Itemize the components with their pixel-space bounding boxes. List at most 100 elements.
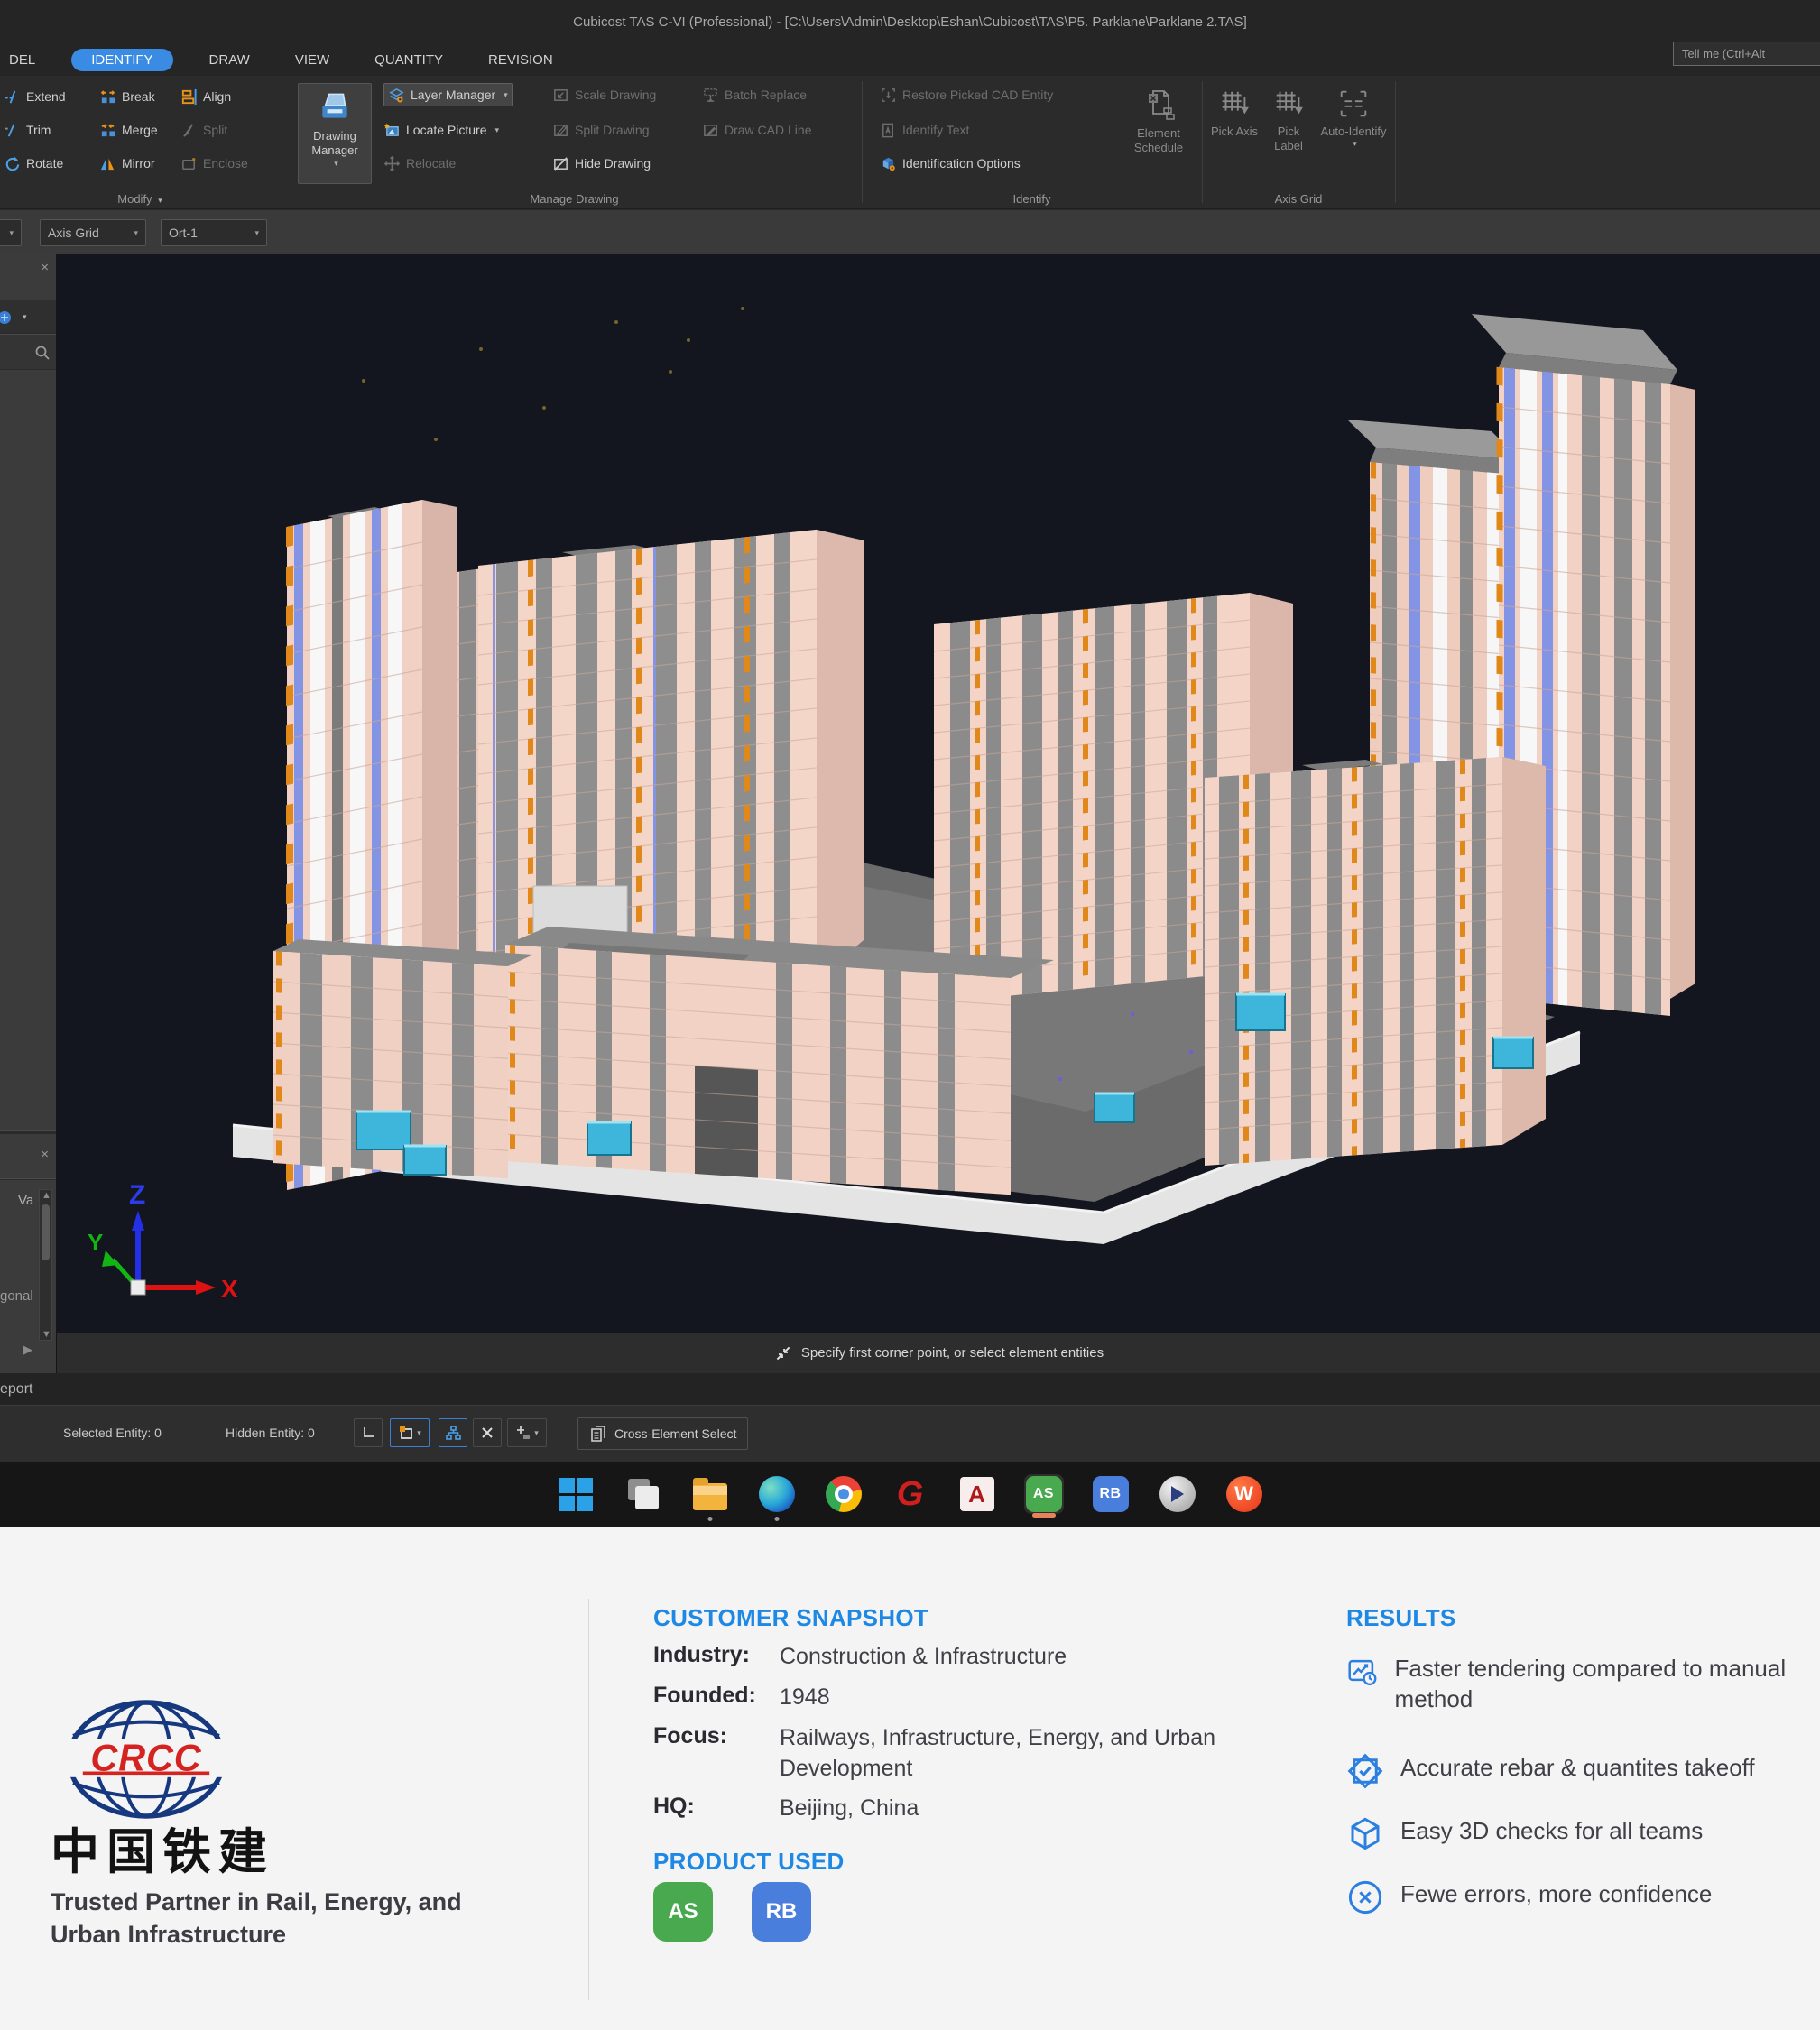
pick-axis-icon <box>1217 87 1252 121</box>
status-bar: Selected Entity: 0 Hidden Entity: 0 ▾ ▾ … <box>0 1405 1820 1462</box>
pick-label-button[interactable]: Pick Label <box>1263 83 1314 188</box>
scroll-up-icon[interactable]: ▲ <box>42 1190 51 1201</box>
start-button[interactable] <box>557 1474 596 1514</box>
draw-cad-line-label: Draw CAD Line <box>725 123 811 137</box>
results-heading: RESULTS <box>1346 1604 1456 1632</box>
element-schedule-icon <box>1141 87 1177 123</box>
layer-manager-button[interactable]: Layer Manager▾ <box>383 83 513 106</box>
floor-dropdown-partial[interactable]: ▾ <box>0 219 22 246</box>
left-panel: × ▾ × Va ▲ ▼ gonal ▶ <box>0 254 57 1373</box>
scroll-down-icon[interactable]: ▼ <box>42 1329 51 1340</box>
split-drawing-icon <box>552 122 569 139</box>
merge-button[interactable]: Merge <box>99 118 158 142</box>
split-drawing-button[interactable]: Split Drawing <box>552 118 649 142</box>
panel-close-icon[interactable]: × <box>41 1148 49 1161</box>
result-text: Accurate rebar & quantites takeoff <box>1400 1752 1755 1783</box>
element-type-dropdown[interactable]: Axis Grid▾ <box>40 219 146 246</box>
drawing-manager-button[interactable]: Drawing Manager▾ <box>298 83 372 184</box>
hidden-entity-count: Hidden Entity: 0 <box>226 1426 315 1440</box>
identification-options-button[interactable]: Identification Options <box>880 152 1021 175</box>
auto-identify-button[interactable]: Auto-Identify▾ <box>1317 83 1390 188</box>
trb-icon: RB <box>1093 1476 1129 1512</box>
align-button[interactable]: Align <box>180 85 231 108</box>
draw-cad-line-button[interactable]: Draw CAD Line <box>702 118 811 142</box>
rotate-button[interactable]: Rotate <box>4 152 63 175</box>
identify-text-button[interactable]: Identify Text <box>880 118 969 142</box>
relocate-button[interactable]: Relocate <box>383 152 456 175</box>
group-divider <box>862 81 863 203</box>
cubicost-trb-button[interactable]: RB <box>1091 1474 1131 1514</box>
result-text: Easy 3D checks for all teams <box>1400 1815 1703 1846</box>
add-selection-button[interactable]: ▾ <box>507 1418 547 1447</box>
batch-replace-button[interactable]: Batch Replace <box>702 83 807 106</box>
chrome-button[interactable] <box>824 1474 864 1514</box>
mirror-button[interactable]: Mirror <box>99 152 155 175</box>
running-indicator <box>774 1517 779 1521</box>
honeyview-icon <box>1159 1476 1196 1512</box>
file-explorer-button[interactable] <box>690 1474 730 1514</box>
extend-button[interactable]: Extend <box>4 85 66 108</box>
viewport-3d[interactable]: Z Y X <box>57 254 1820 1333</box>
scale-drawing-button[interactable]: Scale Drawing <box>552 83 656 106</box>
batch-replace-label: Batch Replace <box>725 88 807 102</box>
trb-product-icon: RB <box>752 1882 811 1942</box>
pick-axis-button[interactable]: Pick Axis <box>1209 83 1260 188</box>
trim-button[interactable]: Trim <box>4 118 51 142</box>
scrollbar-thumb[interactable] <box>42 1204 50 1260</box>
panel-scrollbar[interactable]: ▲ ▼ <box>39 1189 52 1341</box>
chevron-down-icon: ▾ <box>9 228 14 238</box>
hide-drawing-button[interactable]: Hide Drawing <box>552 152 651 175</box>
tab-quantity[interactable]: QUANTITY <box>365 49 452 71</box>
tab-draw[interactable]: DRAW <box>200 49 259 71</box>
panel-close-icon[interactable]: × <box>41 261 49 274</box>
honeyview-button[interactable] <box>1158 1474 1197 1514</box>
tab-revision[interactable]: REVISION <box>479 49 562 71</box>
panel-icon-row[interactable]: ▾ <box>0 300 56 334</box>
pick-axis-label: Pick Axis <box>1211 125 1258 139</box>
panel-search-row[interactable] <box>0 334 56 370</box>
edge-button[interactable] <box>757 1474 797 1514</box>
modify-group-label[interactable]: Modify ▾ <box>0 192 280 206</box>
ortho-mode-button[interactable] <box>354 1418 383 1447</box>
model-3d[interactable]: Z Y X <box>57 254 1820 1333</box>
tab-view[interactable]: VIEW <box>286 49 338 71</box>
enclose-button[interactable]: Enclose <box>180 152 248 175</box>
drawing-manager-icon <box>316 88 354 125</box>
split-drawing-label: Split Drawing <box>575 123 649 137</box>
result-item: Accurate rebar & quantites takeoff <box>1346 1752 1797 1790</box>
ort-dropdown[interactable]: Ort-1▾ <box>161 219 267 246</box>
result-item: Faster tendering compared to manual meth… <box>1346 1653 1797 1715</box>
customer-snapshot-heading: CUSTOMER SNAPSHOT <box>653 1604 928 1632</box>
locate-picture-label: Locate Picture <box>406 123 487 137</box>
snapshot-row: Focus: Railways, Infrastructure, Energy,… <box>653 1723 1231 1785</box>
hierarchy-icon <box>445 1425 461 1441</box>
cubicost-tas-button[interactable]: AS <box>1024 1474 1064 1514</box>
autocad-button[interactable]: A <box>957 1474 997 1514</box>
tellme-box[interactable]: Tell me (Ctrl+Alt <box>1673 42 1820 66</box>
linked-select-button[interactable] <box>439 1418 467 1447</box>
wps-button[interactable]: W <box>1224 1474 1264 1514</box>
tab-identify[interactable]: IDENTIFY <box>71 49 172 71</box>
cross-element-select-button[interactable]: Cross-Element Select <box>577 1417 748 1450</box>
element-schedule-button[interactable]: Element Schedule <box>1121 83 1196 188</box>
window-titlebar: Cubicost TAS C-VI (Professional) - [C:\U… <box>0 0 1820 43</box>
restore-picked-cad-label: Restore Picked CAD Entity <box>902 88 1053 102</box>
corner-select-icon <box>773 1343 793 1363</box>
search-icon <box>34 345 51 361</box>
expand-right-icon[interactable]: ▶ <box>23 1343 32 1357</box>
break-button[interactable]: Break <box>99 85 155 108</box>
selection-box-button[interactable]: ▾ <box>390 1418 430 1447</box>
tab-model-partial[interactable]: DEL <box>0 49 44 71</box>
deselect-button[interactable] <box>473 1418 502 1447</box>
glodon-button[interactable]: G <box>891 1474 930 1514</box>
error-reduction-icon <box>1346 1878 1384 1916</box>
snapshot-value: Beijing, China <box>780 1794 1231 1824</box>
task-view-button[interactable] <box>624 1474 663 1514</box>
manage-drawing-group-label: Manage Drawing <box>287 192 862 206</box>
locate-picture-button[interactable]: Locate Picture▾ <box>383 118 499 142</box>
restore-picked-cad-button[interactable]: Restore Picked CAD Entity <box>880 83 1053 106</box>
chevron-down-icon: ▾ <box>23 312 27 322</box>
hide-drawing-label: Hide Drawing <box>575 156 651 171</box>
split-button[interactable]: Split <box>180 118 227 142</box>
report-tab-partial[interactable]: eport <box>0 1373 1820 1405</box>
